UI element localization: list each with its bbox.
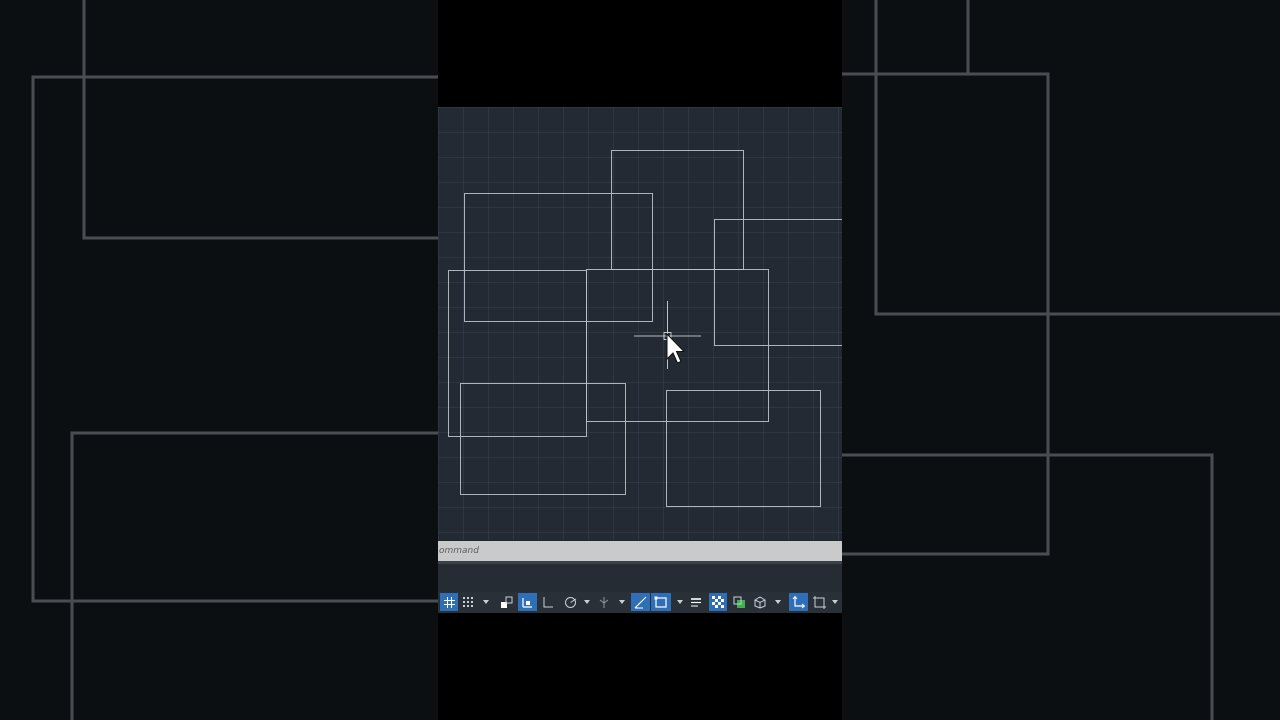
- snap-mode-button[interactable]: [460, 593, 476, 611]
- isodraft-icon: [599, 596, 609, 608]
- bg-rect: [842, 0, 970, 76]
- selection-cycling-button[interactable]: [731, 593, 748, 611]
- drawing-canvas[interactable]: [438, 107, 842, 540]
- lineweight-icon: [691, 597, 701, 606]
- polar-tracking-icon: [564, 596, 576, 608]
- infer-constraints-button[interactable]: [518, 593, 537, 611]
- grid-display-button[interactable]: [440, 593, 458, 611]
- polar-dropdown-button[interactable]: [581, 593, 593, 611]
- selection-filter-icon: [812, 595, 826, 609]
- ortho-mode-button[interactable]: [540, 593, 556, 611]
- status-bar: [438, 592, 842, 613]
- bg-rect: [874, 0, 1280, 316]
- bg-rect: [82, 0, 438, 240]
- infer-constraints-icon: [522, 597, 532, 608]
- selection-cycling-icon: [733, 596, 745, 608]
- background-right-lines: [842, 0, 1280, 720]
- background-right: [842, 0, 1280, 720]
- snap-dots-icon: [463, 597, 473, 607]
- model-space-button[interactable]: [497, 593, 515, 611]
- command-line[interactable]: [438, 541, 842, 564]
- chevron-down-icon: [619, 600, 625, 604]
- chevron-down-icon: [483, 600, 489, 604]
- drawn-rectangle[interactable]: [448, 270, 587, 437]
- drawn-rectangle[interactable]: [714, 219, 843, 346]
- bg-rect: [70, 431, 438, 720]
- snap-tracking-icon: [634, 596, 647, 608]
- model-space-icon: [500, 596, 512, 608]
- transparency-icon: [711, 595, 724, 608]
- background-left: [0, 0, 438, 720]
- selection-filter-button[interactable]: [811, 593, 827, 611]
- ortho-icon: [543, 597, 553, 608]
- filter-dropdown-button[interactable]: [829, 593, 841, 611]
- osnap-dropdown-button[interactable]: [674, 593, 686, 611]
- snap-dropdown-button[interactable]: [480, 593, 492, 611]
- bg-rect: [31, 75, 438, 603]
- chevron-down-icon: [677, 600, 683, 604]
- object-snap-button[interactable]: [651, 593, 671, 611]
- drawn-rectangle[interactable]: [464, 193, 653, 322]
- transparency-button[interactable]: [709, 593, 727, 611]
- chevron-down-icon: [584, 600, 590, 604]
- grid-icon: [443, 596, 455, 608]
- drawn-rectangle[interactable]: [611, 150, 744, 270]
- polar-tracking-button[interactable]: [561, 593, 579, 611]
- 3d-osnap-dropdown-button[interactable]: [772, 593, 784, 611]
- isometric-drafting-button[interactable]: [596, 593, 612, 611]
- dynamic-ucs-icon: [792, 595, 805, 608]
- bg-rect: [842, 453, 1214, 720]
- 3d-osnap-icon: [754, 595, 766, 609]
- object-snap-tracking-button[interactable]: [631, 593, 650, 611]
- background-left-lines: [31, 0, 438, 720]
- 3d-object-snap-button[interactable]: [751, 593, 769, 611]
- drawing-viewport[interactable]: [438, 107, 842, 540]
- cad-window: [438, 107, 842, 613]
- chevron-down-icon: [832, 600, 838, 604]
- drawn-rectangle[interactable]: [460, 383, 626, 495]
- command-input[interactable]: [438, 541, 839, 561]
- dynamic-ucs-button[interactable]: [789, 593, 808, 611]
- command-history-area: [438, 564, 842, 592]
- chevron-down-icon: [775, 600, 781, 604]
- isodraft-dropdown-button[interactable]: [616, 593, 628, 611]
- object-snap-icon: [654, 596, 667, 608]
- mouse-pointer-icon: [666, 332, 686, 364]
- drawn-rectangle[interactable]: [666, 390, 821, 507]
- lineweight-button[interactable]: [688, 593, 704, 611]
